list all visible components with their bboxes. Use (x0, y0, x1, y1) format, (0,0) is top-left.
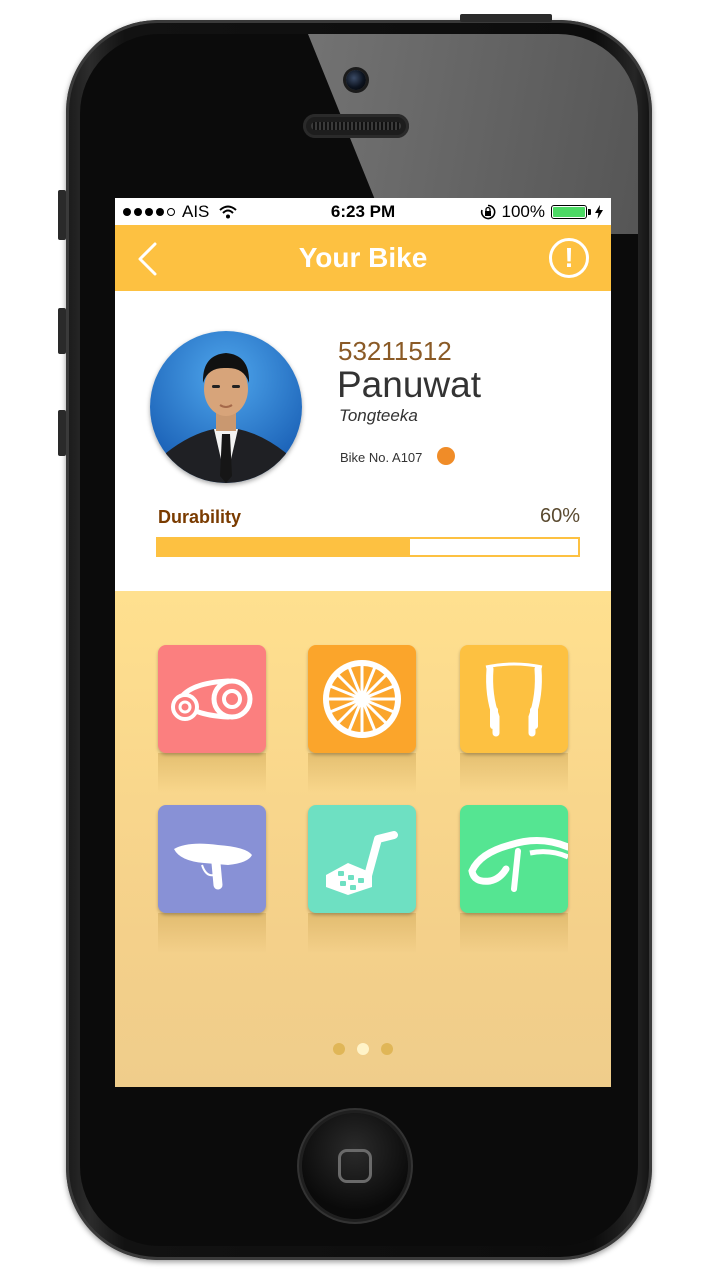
durability-fill (158, 539, 410, 555)
part-tile-chain[interactable] (158, 645, 266, 753)
handlebar-icon (468, 837, 568, 892)
page-indicator[interactable] (115, 1043, 611, 1055)
part-tile-seat[interactable] (158, 805, 266, 913)
parts-grid (115, 591, 611, 1087)
wheel-icon (323, 660, 401, 738)
part-tile-pedal[interactable] (308, 805, 416, 913)
volume-down-button (58, 410, 66, 456)
volume-up-button (58, 308, 66, 354)
page-dot[interactable] (381, 1043, 393, 1055)
battery-percent: 100% (501, 202, 545, 221)
bike-seat-icon (174, 843, 252, 890)
avatar (150, 331, 302, 483)
charging-bolt-icon (595, 205, 603, 219)
front-camera (346, 70, 366, 90)
part-tile-handlebar[interactable] (460, 805, 568, 913)
profile-card: 53211512 Panuwat Tongteeka Bike No. A107… (115, 291, 611, 591)
power-button (460, 14, 552, 22)
app-screen: AIS 6:23 PM 100% Your Bike ! 53211512 Pa… (115, 198, 611, 1087)
home-square-icon (338, 1149, 372, 1183)
bike-status-dot (437, 447, 455, 465)
part-tile-wheel[interactable] (308, 645, 416, 753)
chain-gear-icon (171, 678, 253, 721)
student-id: 53211512 (338, 336, 452, 366)
rotation-lock-icon (480, 204, 495, 220)
earpiece-speaker (303, 114, 409, 138)
first-name: Panuwat (337, 364, 481, 405)
battery-icon (551, 205, 591, 219)
pedal-icon (326, 831, 398, 895)
home-button[interactable] (302, 1113, 408, 1219)
last-name: Tongteeka (339, 406, 418, 425)
nav-bar: Your Bike ! (115, 225, 611, 291)
brake-icon (485, 662, 543, 737)
page-dot[interactable] (357, 1043, 369, 1055)
mute-switch (58, 190, 66, 240)
page-title: Your Bike (298, 242, 428, 273)
durability-bar (156, 537, 580, 557)
part-tile-brakes[interactable] (460, 645, 568, 753)
status-right: 100% (480, 202, 603, 222)
user-photo (160, 353, 292, 483)
status-bar: AIS 6:23 PM 100% (115, 198, 611, 225)
bike-number: Bike No. A107 (340, 450, 423, 465)
alert-button[interactable]: ! (549, 238, 589, 278)
page-dot[interactable] (333, 1043, 345, 1055)
durability-label: Durability (158, 507, 242, 527)
durability-value: 60% (539, 505, 580, 527)
